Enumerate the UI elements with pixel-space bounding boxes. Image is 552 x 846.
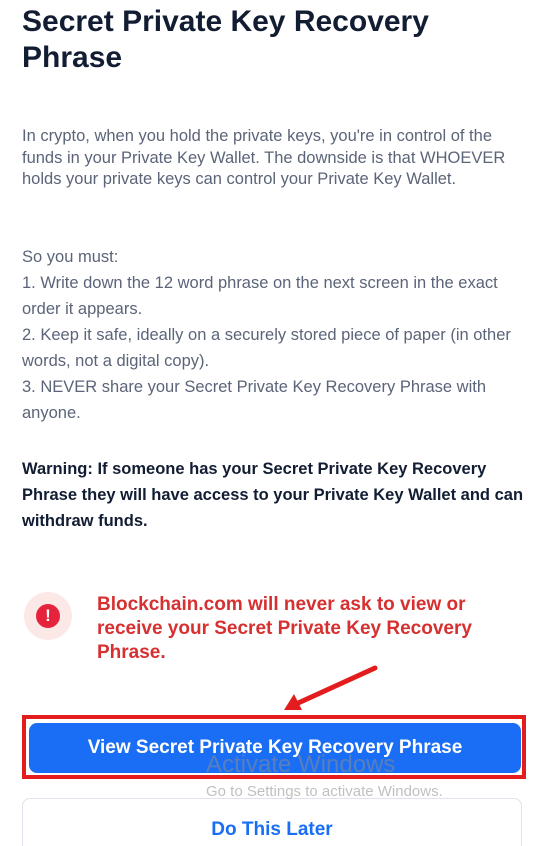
view-recovery-phrase-button[interactable]: View Secret Private Key Recovery Phrase: [29, 723, 521, 773]
alert-icon-container: !: [24, 592, 72, 640]
annotation-highlight-box: View Secret Private Key Recovery Phrase: [22, 715, 526, 779]
step-item: 3. NEVER share your Secret Private Key R…: [22, 378, 487, 422]
step-item: 2. Keep it safe, ideally on a securely s…: [22, 326, 511, 370]
do-this-later-button[interactable]: Do This Later: [22, 798, 522, 846]
annotation-arrow-icon: [284, 665, 378, 710]
intro-text: In crypto, when you hold the private key…: [22, 127, 506, 188]
page-title: Secret Private Key Recovery Phrase: [22, 5, 429, 74]
security-alert-text: Blockchain.com will never ask to view or…: [97, 594, 472, 663]
steps-heading: So you must:: [22, 248, 119, 266]
warning-text: Warning: If someone has your Secret Priv…: [22, 460, 524, 530]
instructions-list: So you must: 1. Write down the 12 word p…: [22, 244, 522, 426]
step-item: 1. Write down the 12 word phrase on the …: [22, 274, 498, 318]
exclamation-icon: !: [36, 604, 60, 628]
recovery-phrase-screen: Secret Private Key Recovery Phrase In cr…: [0, 0, 552, 846]
